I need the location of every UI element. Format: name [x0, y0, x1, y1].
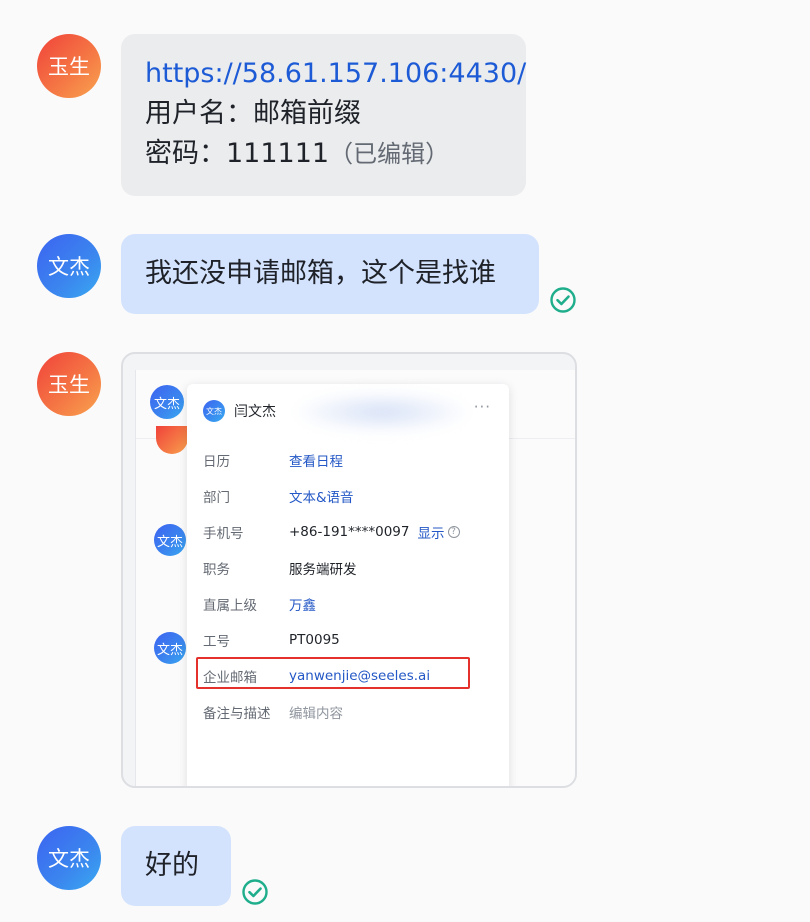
avatar-label: 文杰	[48, 847, 90, 871]
message-bubble[interactable]: https://58.61.157.106:4430/ 用户名：邮箱前缀 密码：…	[121, 34, 526, 196]
field-value: 编辑内容	[289, 706, 343, 722]
field-department: 部门 文本&语音	[203, 486, 354, 506]
avatar-label: 文杰	[156, 642, 183, 658]
avatar-wenjie: 文杰	[154, 632, 186, 664]
field-email: 企业邮箱 yanwenjie@seeles.ai	[203, 666, 430, 686]
profile-card: 文杰 闫文杰 ··· 日历 查看日程 部门 文本&语音 手机号 +86-191*…	[187, 384, 509, 786]
profile-header: 文杰 闫文杰	[203, 400, 276, 422]
field-label: 工号	[203, 634, 230, 650]
avatar-label: 玉生	[48, 373, 90, 397]
read-check-icon	[242, 879, 268, 905]
avatar-yusheng[interactable]: 玉生	[37, 352, 101, 416]
username-text: 用户名：邮箱前缀	[145, 98, 361, 129]
avatar-wenjie: 文杰	[150, 385, 184, 419]
blurred-area	[297, 392, 467, 432]
url-link[interactable]: https://58.61.157.106:4430/	[145, 54, 526, 94]
edited-label: （已编辑）	[329, 140, 450, 168]
avatar-wenjie[interactable]: 文杰	[37, 234, 101, 298]
message-bubble[interactable]: 好的	[121, 826, 231, 906]
field-value: yanwenjie@seeles.ai	[289, 668, 431, 684]
avatar-yusheng[interactable]: 玉生	[37, 34, 101, 98]
profile-name: 闫文杰	[234, 404, 276, 420]
password-text: 密码：111111	[145, 138, 330, 169]
field-label: 手机号	[203, 526, 244, 542]
message-text: 好的	[145, 850, 199, 881]
help-icon: ?	[447, 526, 460, 538]
field-value: 万鑫	[289, 598, 316, 614]
field-label: 备注与描述	[203, 706, 271, 722]
field-label: 职务	[203, 562, 230, 578]
screenshot-image[interactable]: 文杰 文杰 文杰 文杰 闫文杰 ··· 日历 查看日程 部门 文本&语音 手机号…	[121, 352, 577, 788]
read-check-icon	[550, 287, 576, 313]
avatar-label: 文杰	[48, 255, 90, 279]
field-notes: 备注与描述 编辑内容	[203, 702, 343, 722]
avatar-label: 文杰	[156, 534, 183, 550]
field-value: PT0095	[289, 632, 340, 648]
field-value: 文本&语音	[289, 490, 354, 506]
avatar-label: 玉生	[48, 55, 90, 79]
profile-avatar: 文杰	[203, 400, 225, 422]
field-phone: 手机号 +86-191****0097 显示 ?	[203, 522, 460, 542]
password-line: 密码：111111（已编辑）	[145, 134, 502, 174]
field-title: 职务 服务端研发	[203, 558, 357, 578]
field-value: +86-191****0097	[289, 524, 410, 540]
show-phone-link: 显示	[417, 526, 445, 542]
field-value: 服务端研发	[289, 562, 357, 578]
more-icon: ···	[473, 398, 491, 416]
field-label: 日历	[203, 454, 230, 470]
field-label: 企业邮箱	[203, 670, 257, 686]
message-text: 我还没申请邮箱，这个是找谁	[145, 258, 496, 289]
field-value: 查看日程	[289, 454, 343, 470]
avatar-wenjie[interactable]: 文杰	[37, 826, 101, 890]
field-employee-id: 工号 PT0095	[203, 630, 340, 650]
avatar-wenjie: 文杰	[154, 524, 186, 556]
field-calendar: 日历 查看日程	[203, 450, 343, 470]
field-label: 直属上级	[203, 598, 257, 614]
message-bubble[interactable]: 我还没申请邮箱，这个是找谁	[121, 234, 539, 314]
avatar-label: 文杰	[206, 406, 222, 416]
field-label: 部门	[203, 490, 230, 506]
field-manager: 直属上级 万鑫	[203, 594, 316, 614]
avatar-label: 文杰	[153, 396, 180, 412]
